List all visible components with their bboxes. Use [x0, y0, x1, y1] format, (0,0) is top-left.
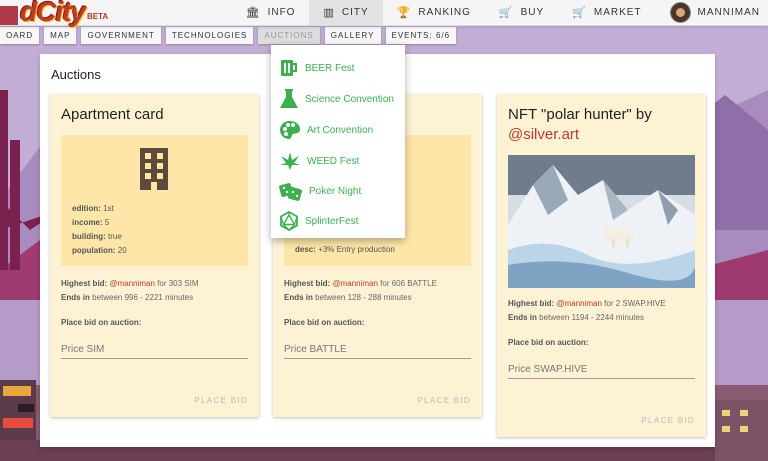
place-bid-label: Place bid on auction:: [61, 318, 142, 327]
tab-gallery[interactable]: GALLERY: [324, 27, 381, 44]
cart-icon: 🛒: [572, 7, 587, 19]
nav-ranking[interactable]: 🏆 RANKING: [383, 0, 485, 25]
city-icon: ▥: [323, 7, 335, 19]
nav-buy-label: BUY: [520, 7, 545, 18]
user-menu[interactable]: MANNIMAN: [656, 0, 768, 25]
events-dropdown: BEER Fest Science Convention Art Convent…: [271, 45, 405, 238]
prop-edition: edition: 1st: [72, 204, 114, 213]
dice-icon: [279, 183, 302, 201]
building-columns-icon: 🏛: [245, 7, 261, 19]
place-bid-label: Place bid on auction:: [284, 318, 365, 327]
tab-technologies[interactable]: TECHNOLOGIES: [165, 27, 254, 44]
prop-income: income: 5: [72, 218, 110, 227]
event-item-science-convention[interactable]: Science Convention: [279, 87, 394, 111]
nav-city[interactable]: ▥ CITY: [309, 0, 383, 25]
sub-navbar: OARD MAP GOVERNMENT TECHNOLOGIES AUCTION…: [0, 27, 457, 44]
price-input[interactable]: [61, 341, 248, 359]
event-label: Science Convention: [305, 93, 394, 105]
card-properties: edition: 1st income: 5 building: true po…: [72, 202, 127, 258]
cart-icon: 🛒: [498, 7, 514, 19]
auction-card-nft: NFT "polar hunter" by @silver.art Highes…: [497, 94, 706, 437]
d20-icon: [280, 211, 298, 231]
price-input[interactable]: [284, 341, 471, 359]
tab-map[interactable]: MAP: [44, 27, 77, 44]
username: MANNIMAN: [697, 7, 760, 18]
nav-info[interactable]: 🏛 INFO: [232, 0, 310, 25]
bid-info: Highest bid: @manniman for 2 SWAP.HIVE E…: [508, 299, 666, 322]
event-label: SplinterFest: [305, 215, 359, 227]
event-item-weed-fest[interactable]: WEED Fest: [279, 149, 359, 173]
nav-ranking-label: RANKING: [418, 7, 471, 18]
place-bid-button[interactable]: PLACE BID: [418, 396, 472, 405]
event-item-splinterfest[interactable]: SplinterFest: [279, 209, 358, 233]
top-navbar: dCity BETA 🏛 INFO ▥ CITY 🏆 RANKING 🛒 BUY…: [0, 0, 768, 27]
event-label: BEER Fest: [305, 62, 355, 74]
bid-info: Highest bid: @manniman for 303 SIM Ends …: [61, 279, 199, 302]
prop-building: building: true: [72, 232, 122, 241]
nav-market[interactable]: 🛒 MARKET: [558, 0, 655, 25]
beta-badge: BETA: [87, 12, 109, 21]
prop-desc: desc: +3% Entry production: [295, 245, 395, 254]
card-info-box: edition: 1st income: 5 building: true po…: [61, 135, 248, 266]
artist-link[interactable]: @silver.art: [508, 125, 652, 145]
tab-dashboard[interactable]: OARD: [0, 27, 40, 44]
tab-auctions[interactable]: AUCTIONS: [258, 27, 320, 44]
dcity-logo[interactable]: dCity BETA: [0, 0, 120, 27]
beer-mug-icon: [281, 60, 297, 76]
auction-card-apartment: Apartment card edition: 1st income: 5 bu…: [50, 94, 259, 417]
trophy-icon: 🏆: [396, 7, 412, 19]
brand-name: dCity: [20, 0, 86, 27]
tab-government[interactable]: GOVERNMENT: [81, 27, 161, 44]
main-menu: 🏛 INFO ▥ CITY 🏆 RANKING 🛒 BUY 🛒 MARKET M…: [232, 0, 768, 25]
nav-info-label: INFO: [267, 7, 296, 18]
event-item-beer-fest[interactable]: BEER Fest: [279, 56, 354, 80]
cannabis-leaf-icon: [280, 152, 300, 170]
event-label: Art Convention: [307, 124, 374, 136]
bidder-link[interactable]: @manniman: [556, 299, 601, 308]
nav-market-label: MARKET: [593, 7, 642, 18]
nft-artwork-image: [508, 155, 695, 288]
tab-events[interactable]: EVENTS: 6/6: [385, 27, 457, 44]
page-title: Auctions: [51, 67, 101, 82]
nav-buy[interactable]: 🛒 BUY: [485, 0, 558, 25]
palette-icon: [280, 121, 300, 139]
place-bid-button[interactable]: PLACE BID: [195, 396, 249, 405]
nav-city-label: CITY: [341, 7, 369, 18]
flask-icon: [280, 89, 298, 108]
building-icon: [140, 148, 168, 190]
event-item-art-convention[interactable]: Art Convention: [279, 118, 373, 142]
bidder-link[interactable]: @manniman: [332, 279, 377, 288]
bid-info: Highest bid: @manniman for 606 BATTLE En…: [284, 279, 437, 302]
place-bid-label: Place bid on auction:: [508, 338, 589, 347]
event-label: WEED Fest: [307, 155, 360, 167]
prop-population: population: 20: [72, 246, 127, 255]
bidder-link[interactable]: @manniman: [109, 279, 154, 288]
event-item-poker-night[interactable]: Poker Night: [279, 179, 361, 203]
event-label: Poker Night: [309, 185, 362, 197]
place-bid-button[interactable]: PLACE BID: [642, 416, 696, 425]
card-title: NFT "polar hunter" by @silver.art: [508, 106, 652, 145]
logo-building-icon: [0, 6, 18, 25]
avatar: [669, 2, 691, 23]
card-properties: desc: +3% Entry production: [295, 243, 395, 257]
card-title: Apartment card: [61, 106, 164, 123]
price-input[interactable]: [508, 361, 695, 379]
